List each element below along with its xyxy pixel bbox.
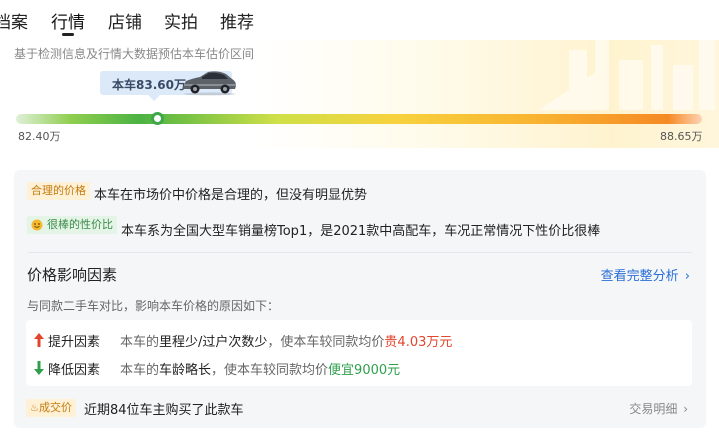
factor-up-mid: ，使本车较同款均价 — [267, 335, 385, 350]
factor-up-prefix: 本车的 — [120, 335, 160, 350]
reasonable-price-text: 本车在市场价中价格是合理的，但没有明显优势 — [94, 188, 368, 203]
valuation-panel: 基于检测信息及行情大数据预估本车估价区间 本车83.60万 82.40万 88.… — [0, 40, 719, 148]
current-price: 本车83.60万 — [112, 78, 186, 92]
full-analysis-link-label: 查看完整分析 — [600, 269, 679, 284]
tab-recommend[interactable]: 推荐 — [220, 8, 254, 33]
tab-photos[interactable]: 实拍 — [164, 8, 198, 33]
great-value-tag-label: 很棒的性价比 — [47, 218, 113, 231]
factor-up-desc: 本车的里程少/过户次数少，使本车较同款均价贵4.03万元 — [120, 331, 452, 350]
price-marker — [151, 112, 164, 125]
section-divider — [28, 252, 692, 253]
price-max-label: 88.65万 — [660, 130, 703, 143]
full-analysis-link[interactable]: 查看完整分析 › — [601, 265, 690, 284]
tab-market[interactable]: 行情 — [51, 8, 85, 33]
bubble-pointer — [148, 95, 160, 101]
factors-title: 价格影响因素 — [27, 266, 118, 284]
valuation-subtitle: 基于检测信息及行情大数据预估本车估价区间 — [14, 47, 255, 61]
factors-list: 提升因素 本车的里程少/过户次数少，使本车较同款均价贵4.03万元 降低因素 本… — [26, 320, 692, 386]
factor-down-reason: 车龄略长 — [159, 363, 212, 378]
deal-price-tag: ♨成交价 — [26, 399, 76, 417]
price-analysis-card: 合理的价格 本车在市场价中价格是合理的，但没有明显优势 很棒的性价比 本车系为全… — [14, 170, 706, 428]
arrow-down-icon — [34, 361, 44, 375]
factor-down-amount: 便宜9000元 — [328, 363, 401, 378]
transaction-details-label: 交易明细 — [629, 402, 678, 416]
car-thumbnail — [183, 71, 236, 96]
factor-down-desc: 本车的车龄略长，使本车较同款均价便宜9000元 — [120, 359, 400, 378]
reasonable-price-tag: 合理的价格 — [27, 182, 90, 200]
great-value-tag: 很棒的性价比 — [27, 216, 117, 234]
deal-row: ♨成交价 近期84位车主购买了此款车 交易明细 › — [26, 398, 692, 420]
factors-note: 与同款二手车对比，影响本车价格的原因如下： — [27, 299, 280, 313]
chevron-right-icon: › — [683, 402, 688, 416]
factor-down-mid: ，使本车较同款均价 — [211, 363, 329, 378]
arrow-up-icon — [34, 333, 44, 347]
price-range-bar — [16, 114, 702, 124]
tab-bar: 档案 行情 店铺 实拍 推荐 — [0, 0, 719, 40]
smiley-icon — [31, 219, 43, 231]
active-tab-indicator — [62, 33, 74, 36]
deal-price-tag-label: 成交价 — [38, 401, 72, 414]
transaction-details-link[interactable]: 交易明细 › — [629, 400, 688, 417]
factor-up-label: 提升因素 — [48, 335, 101, 350]
chevron-right-icon: › — [684, 269, 690, 284]
great-value-text: 本车系为全国大型车销量榜Top1，是2021款中高配车，车况正常情况下性价比很棒 — [121, 224, 601, 239]
deal-text: 近期84位车主购买了此款车 — [84, 403, 244, 418]
tab-archive[interactable]: 档案 — [0, 8, 28, 33]
factor-up-reason: 里程少/过户次数少 — [159, 335, 268, 350]
fire-icon: ♨ — [30, 403, 39, 414]
factor-down-prefix: 本车的 — [120, 363, 160, 378]
price-min-label: 82.40万 — [18, 130, 61, 143]
factor-up-amount: 贵4.03万元 — [384, 335, 453, 350]
tab-store[interactable]: 店铺 — [108, 8, 142, 33]
factor-down-label: 降低因素 — [48, 363, 101, 378]
